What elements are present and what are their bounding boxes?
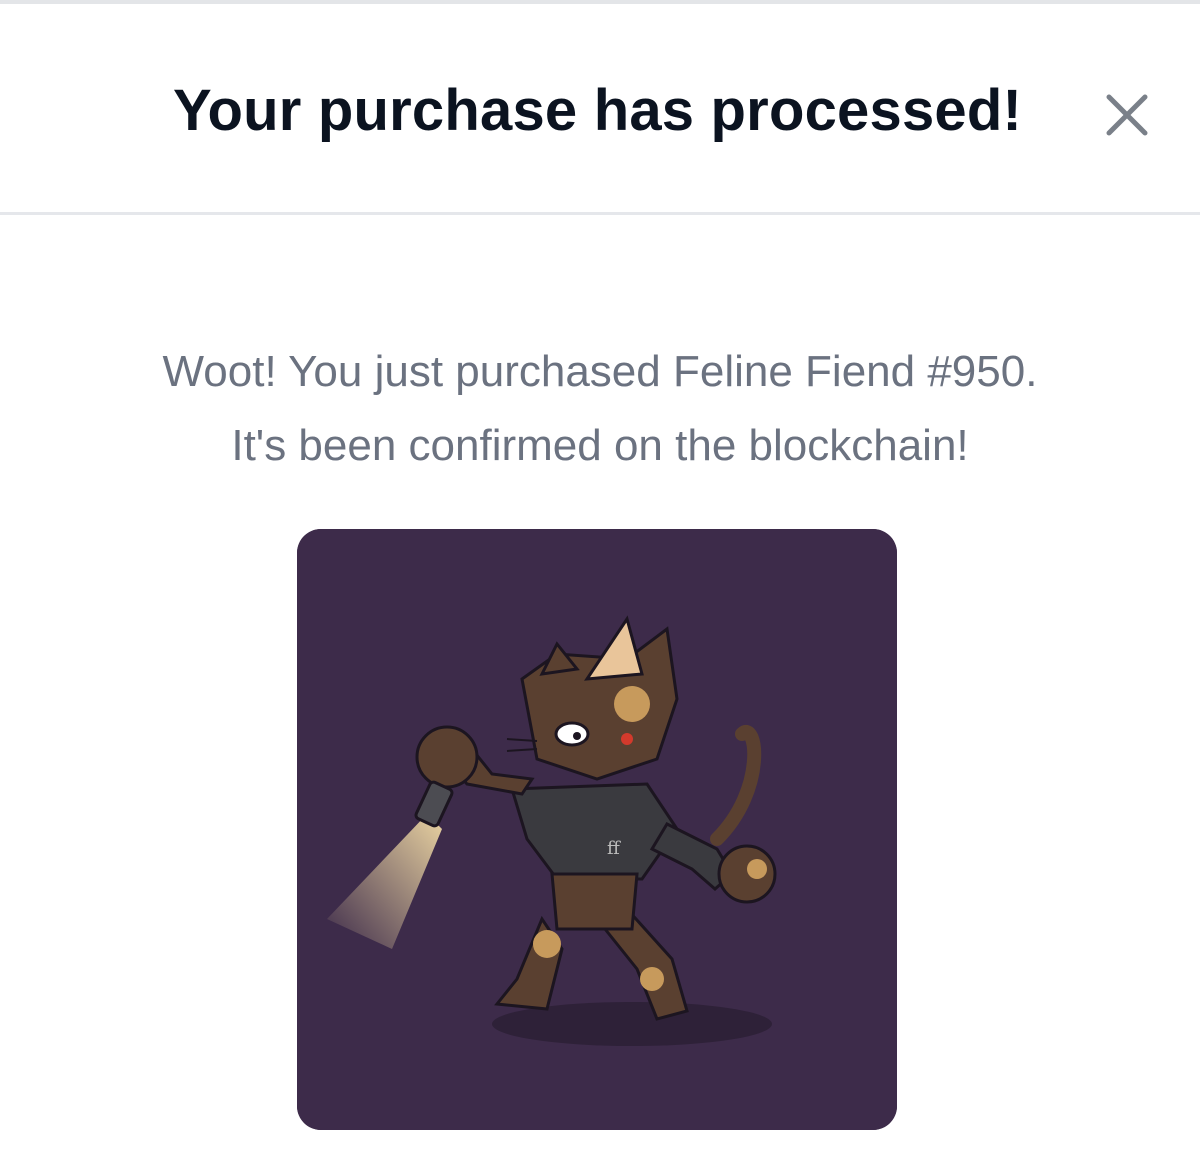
close-icon xyxy=(1106,94,1148,136)
purchase-modal: Your purchase has processed! Woot! You j… xyxy=(0,0,1200,1167)
feline-fiend-artwork: ff xyxy=(297,529,897,1130)
message-line-1: Woot! You just purchased Feline Fiend #9… xyxy=(162,347,1038,396)
close-button[interactable] xyxy=(1100,88,1154,142)
confirmation-message: Woot! You just purchased Feline Fiend #9… xyxy=(0,335,1200,483)
modal-header: Your purchase has processed! xyxy=(0,4,1200,213)
modal-title: Your purchase has processed! xyxy=(172,78,1023,143)
nft-image: ff xyxy=(297,529,897,1130)
svg-text:ff: ff xyxy=(607,838,621,859)
header-divider xyxy=(0,212,1200,215)
message-line-2: It's been confirmed on the blockchain! xyxy=(231,421,969,470)
